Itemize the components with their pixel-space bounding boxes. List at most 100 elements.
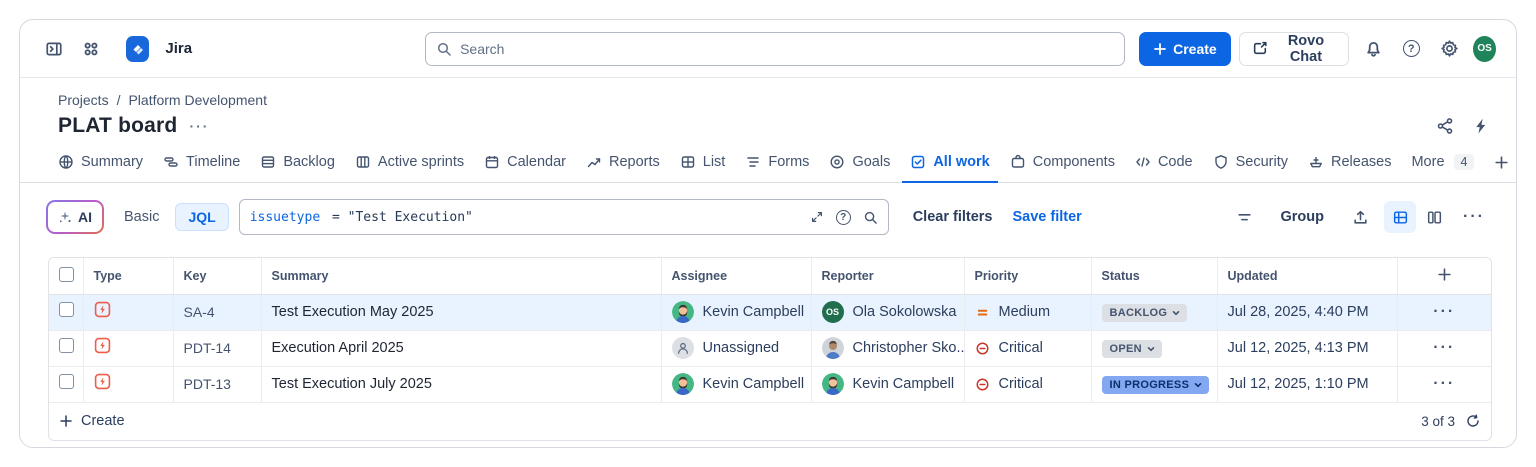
clear-filters-button[interactable]: Clear filters <box>913 209 993 225</box>
table-row[interactable]: SA-4 Test Execution May 2025 Kevin Campb… <box>49 294 1491 330</box>
issue-key[interactable]: SA-4 <box>173 294 261 330</box>
jql-help-icon[interactable]: ? <box>836 210 851 225</box>
global-search[interactable] <box>425 32 1125 66</box>
add-tab-button[interactable] <box>1486 149 1517 183</box>
settings-gear-icon[interactable] <box>1435 33 1463 65</box>
ai-sparkle-icon <box>58 210 72 224</box>
tab-reports[interactable]: Reports <box>578 148 668 183</box>
row-actions-icon[interactable]: ··· <box>1397 294 1491 330</box>
breadcrumb-project-link[interactable]: Platform Development <box>128 92 267 108</box>
expand-editor-icon[interactable] <box>810 210 824 224</box>
tab-active-sprints[interactable]: Active sprints <box>347 148 472 183</box>
tab-security[interactable]: Security <box>1205 148 1296 183</box>
priority-critical-icon <box>975 377 990 392</box>
assignee-avatar <box>672 301 694 323</box>
search-input[interactable] <box>460 41 1114 57</box>
ai-button[interactable]: AI <box>46 200 104 234</box>
row-checkbox[interactable] <box>59 374 74 389</box>
table-row[interactable]: PDT-14 Execution April 2025 Unassigned C… <box>49 330 1491 366</box>
jql-search-icon[interactable] <box>863 210 878 225</box>
col-summary[interactable]: Summary <box>261 258 661 294</box>
table-view-icon[interactable] <box>1384 201 1416 233</box>
tab-goals[interactable]: Goals <box>821 148 898 183</box>
priority-cell[interactable]: Medium <box>975 304 1081 320</box>
assignee-cell[interactable]: Kevin Campbell <box>672 373 801 395</box>
row-actions-icon[interactable]: ··· <box>1397 366 1491 402</box>
tab-backlog[interactable]: Backlog <box>252 148 343 183</box>
automation-lightning-icon[interactable] <box>1472 117 1490 135</box>
row-checkbox[interactable] <box>59 302 74 317</box>
jql-query-input[interactable]: issuetype = "Test Execution" ? <box>239 199 889 235</box>
row-checkbox[interactable] <box>59 338 74 353</box>
app-switcher-icon[interactable] <box>77 33 106 65</box>
ai-button-label: AI <box>78 209 92 225</box>
tab-releases[interactable]: Releases <box>1300 148 1399 183</box>
table-footer-row: Create 3 of 3 <box>49 402 1491 440</box>
priority-cell[interactable]: Critical <box>975 376 1081 392</box>
group-button[interactable]: Group <box>1269 201 1337 233</box>
status-badge[interactable]: OPEN <box>1102 340 1162 358</box>
tab-all-work[interactable]: All work <box>902 148 997 183</box>
view-more-icon[interactable]: ··· <box>1458 201 1490 233</box>
tab-forms[interactable]: Forms <box>737 148 817 183</box>
plus-icon <box>59 414 73 428</box>
rovo-chat-button[interactable]: Rovo Chat <box>1239 32 1350 66</box>
col-key[interactable]: Key <box>173 258 261 294</box>
issue-summary[interactable]: Test Execution May 2025 <box>261 294 661 330</box>
filter-lines-icon[interactable] <box>1229 201 1261 233</box>
col-assignee[interactable]: Assignee <box>661 258 811 294</box>
filter-bar: AI Basic JQL issuetype = "Test Execution… <box>20 183 1516 235</box>
add-column-icon[interactable] <box>1437 267 1452 282</box>
notifications-icon[interactable] <box>1359 33 1387 65</box>
issue-summary[interactable]: Test Execution July 2025 <box>261 366 661 402</box>
breadcrumb-projects-link[interactable]: Projects <box>58 92 109 108</box>
status-badge[interactable]: BACKLOG <box>1102 304 1188 322</box>
tab-more[interactable]: More 4 <box>1403 148 1482 183</box>
board-more-icon[interactable]: ··· <box>189 118 209 134</box>
save-filter-button[interactable]: Save filter <box>1013 209 1082 225</box>
reporter-cell[interactable]: Christopher Sko... <box>822 337 954 359</box>
create-button[interactable]: Create <box>1139 32 1231 66</box>
help-icon[interactable]: ? <box>1397 33 1425 65</box>
select-all-checkbox[interactable] <box>59 267 74 282</box>
tab-timeline[interactable]: Timeline <box>155 148 248 183</box>
chevron-down-icon <box>1171 308 1181 318</box>
table-create-button[interactable]: Create <box>59 413 125 429</box>
tab-summary[interactable]: Summary <box>50 148 151 183</box>
col-priority[interactable]: Priority <box>964 258 1091 294</box>
share-icon[interactable] <box>1436 117 1454 135</box>
issue-summary[interactable]: Execution April 2025 <box>261 330 661 366</box>
detail-view-icon[interactable] <box>1418 201 1450 233</box>
issue-key[interactable]: PDT-14 <box>173 330 261 366</box>
jql-rest-token: = "Test Execution" <box>324 210 473 225</box>
tab-components[interactable]: Components <box>1002 148 1123 183</box>
reporter-cell[interactable]: Kevin Campbell <box>822 373 954 395</box>
col-updated[interactable]: Updated <box>1217 258 1397 294</box>
status-badge[interactable]: IN PROGRESS <box>1102 376 1210 394</box>
tab-calendar[interactable]: Calendar <box>476 148 574 183</box>
reporter-cell[interactable]: OS Ola Sokolowska <box>822 301 954 323</box>
tab-code[interactable]: Code <box>1127 148 1201 183</box>
export-icon[interactable] <box>1344 201 1376 233</box>
sidebar-toggle-icon[interactable] <box>40 33 69 65</box>
tab-list[interactable]: List <box>672 148 734 183</box>
search-icon <box>436 41 452 57</box>
priority-medium-icon <box>975 305 990 320</box>
assignee-cell[interactable]: Kevin Campbell <box>672 301 801 323</box>
col-status[interactable]: Status <box>1091 258 1217 294</box>
col-type[interactable]: Type <box>83 258 173 294</box>
table-row[interactable]: PDT-13 Test Execution July 2025 Kevin Ca… <box>49 366 1491 402</box>
more-count-badge: 4 <box>1454 154 1475 170</box>
jql-mode-toggle[interactable]: JQL <box>175 203 228 231</box>
issue-key[interactable]: PDT-13 <box>173 366 261 402</box>
priority-cell[interactable]: Critical <box>975 340 1081 356</box>
refresh-icon[interactable] <box>1465 413 1481 429</box>
assignee-cell[interactable]: Unassigned <box>672 337 801 359</box>
user-avatar[interactable]: OS <box>1473 36 1496 62</box>
basic-mode-toggle[interactable]: Basic <box>124 209 159 225</box>
jira-logo-icon[interactable] <box>126 36 150 62</box>
create-button-label: Create <box>1173 41 1217 57</box>
row-actions-icon[interactable]: ··· <box>1397 330 1491 366</box>
unassigned-avatar-icon <box>672 337 694 359</box>
col-reporter[interactable]: Reporter <box>811 258 964 294</box>
